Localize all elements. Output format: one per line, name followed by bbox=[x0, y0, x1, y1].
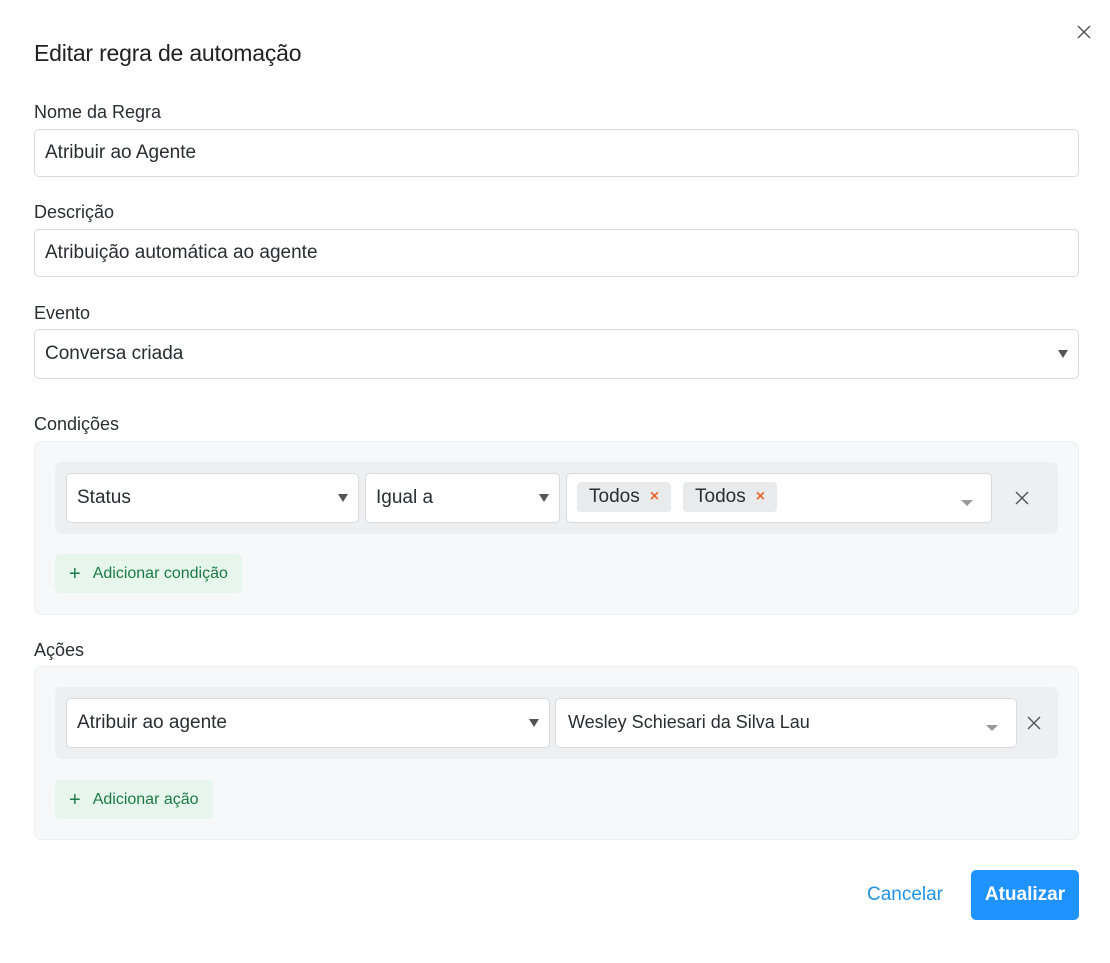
value-tag-label: Todos bbox=[589, 486, 640, 507]
action-agent-select[interactable]: Wesley Schiesari da Silva Lau bbox=[555, 698, 1017, 748]
remove-action-icon[interactable] bbox=[1025, 714, 1043, 732]
chevron-down-icon bbox=[529, 719, 539, 727]
plus-icon: + bbox=[69, 562, 81, 585]
dropdown-arrow-icon bbox=[961, 500, 973, 506]
chevron-down-icon bbox=[338, 494, 348, 502]
update-button[interactable]: Atualizar bbox=[971, 870, 1079, 920]
condition-operator-value: Igual a bbox=[376, 487, 434, 508]
condition-operator-select[interactable]: Igual a bbox=[365, 473, 560, 523]
event-select-value: Conversa criada bbox=[45, 343, 184, 364]
value-tag-label: Todos bbox=[695, 486, 746, 507]
action-type-value: Atribuir ao agente bbox=[77, 712, 227, 733]
description-input[interactable] bbox=[34, 229, 1079, 277]
add-condition-button[interactable]: + Adicionar condição bbox=[55, 554, 242, 593]
add-condition-label: Adicionar condição bbox=[92, 564, 228, 582]
actions-label: Ações bbox=[34, 640, 85, 660]
chevron-down-icon bbox=[1058, 350, 1068, 358]
add-action-label: Adicionar ação bbox=[92, 790, 199, 808]
event-label: Evento bbox=[34, 303, 91, 323]
cancel-button[interactable]: Cancelar bbox=[862, 870, 948, 920]
add-action-button[interactable]: + Adicionar ação bbox=[55, 780, 213, 819]
edit-automation-dialog: Editar regra de automação Nome da Regra … bbox=[0, 0, 1110, 963]
remove-tag-icon[interactable]: × bbox=[650, 488, 659, 506]
chevron-down-icon bbox=[539, 494, 549, 502]
condition-attribute-value: Status bbox=[77, 487, 131, 508]
action-type-select[interactable]: Atribuir ao agente bbox=[66, 698, 550, 748]
close-icon[interactable] bbox=[1074, 22, 1094, 42]
event-select[interactable]: Conversa criada bbox=[34, 329, 1079, 379]
condition-values-multiselect[interactable]: Todos × Todos × bbox=[566, 473, 992, 523]
conditions-label: Condições bbox=[34, 414, 120, 434]
value-tag: Todos × bbox=[683, 482, 778, 512]
dialog-title: Editar regra de automação bbox=[34, 40, 302, 66]
dropdown-arrow-icon bbox=[986, 725, 998, 731]
remove-condition-icon[interactable] bbox=[1013, 489, 1031, 507]
rule-name-input[interactable] bbox=[34, 129, 1079, 177]
action-agent-value: Wesley Schiesari da Silva Lau bbox=[568, 712, 810, 732]
value-tag: Todos × bbox=[577, 482, 672, 512]
rule-name-label: Nome da Regra bbox=[34, 102, 162, 122]
condition-attribute-select[interactable]: Status bbox=[66, 473, 359, 523]
description-label: Descrição bbox=[34, 202, 115, 222]
plus-icon: + bbox=[69, 788, 81, 811]
remove-tag-icon[interactable]: × bbox=[756, 488, 765, 506]
